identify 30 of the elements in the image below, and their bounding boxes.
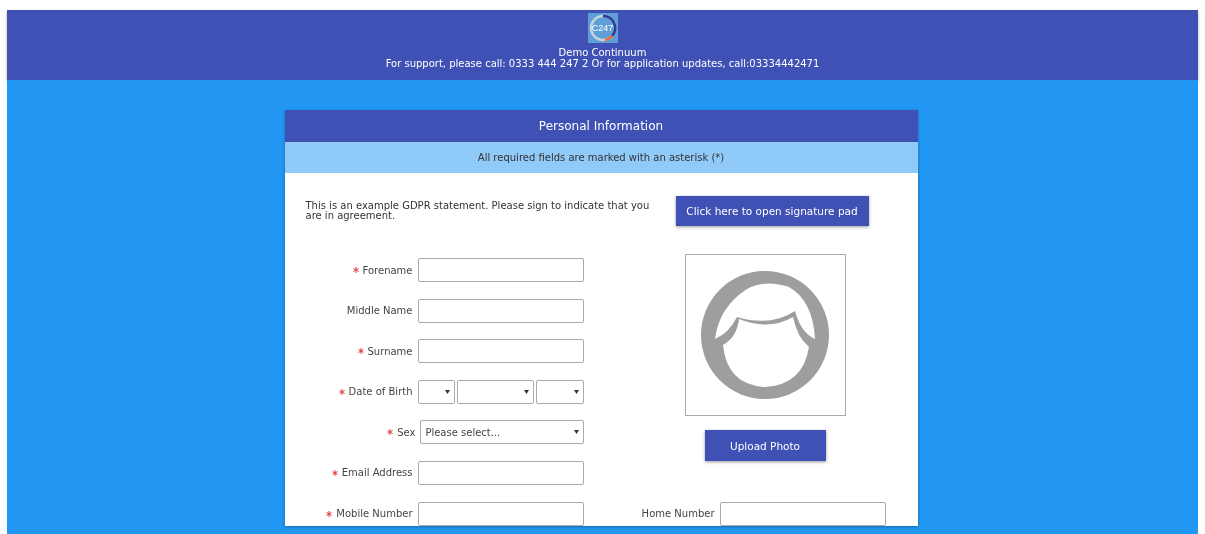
signature-pad-button[interactable]: Click here to open signature pad [675, 196, 869, 226]
dropdown-caret-icon [444, 389, 450, 394]
gdpr-statement: This is an example GDPR statement. Please sign to indicate that you are in agreement. [305, 201, 651, 221]
field-label: Middle Name [346, 305, 413, 317]
field-label: Mobile Number [336, 508, 413, 520]
day-select[interactable] [417, 379, 455, 404]
dropdown-caret-icon [573, 430, 579, 435]
text-input-field[interactable] [417, 298, 584, 323]
month-select[interactable] [456, 379, 534, 404]
support-text: For support, please call: 0333 444 247 2 Or for application updates, call:03334442471 [385, 58, 820, 69]
field-label: Surname [367, 345, 413, 357]
upload-photo-button[interactable]: Upload Photo [704, 430, 826, 461]
year-select[interactable] [535, 379, 584, 404]
text-input-field[interactable] [417, 339, 584, 364]
dropdown-caret-icon [523, 389, 529, 394]
field-label: Email Address [341, 467, 413, 479]
dropdown-caret-icon [573, 389, 579, 394]
text-input-field[interactable] [417, 258, 584, 282]
required-notice: All required fields are marked with an asterisk (*) [284, 142, 918, 173]
text-input-field[interactable] [417, 501, 584, 526]
card-title: Personal Information [284, 110, 918, 142]
sex-select[interactable]: Please select... [420, 420, 584, 445]
field-label: Home Number [641, 508, 715, 520]
field-label: Date of Birth [348, 386, 413, 398]
app-logo: C247 [587, 13, 618, 43]
text-input-field[interactable] [417, 460, 584, 485]
app-title: Demo Continuum [558, 47, 647, 58]
field-label: Forename [362, 264, 413, 276]
text-input-field[interactable] [719, 501, 886, 526]
field-label: Sex [397, 426, 416, 438]
